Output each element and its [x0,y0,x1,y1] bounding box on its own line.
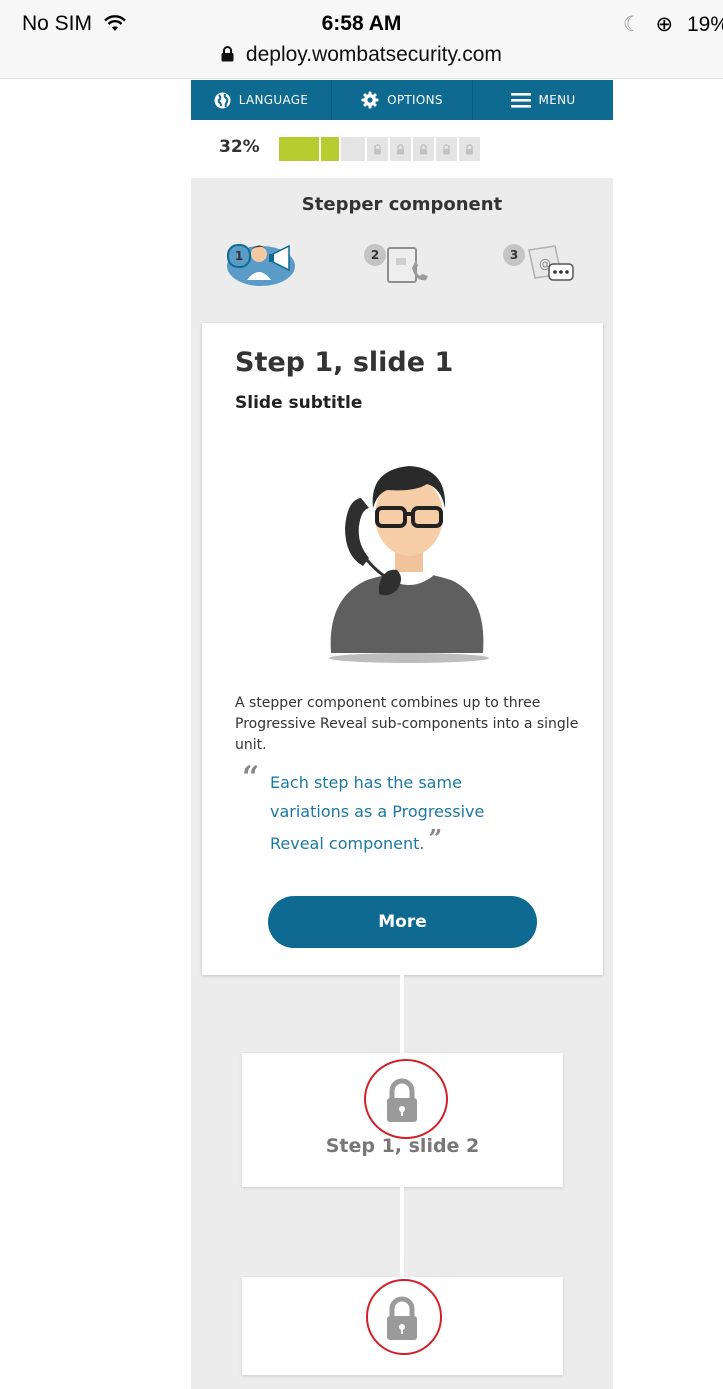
person-on-phone-illustration [329,466,489,663]
connector-line [400,975,404,1053]
annotation-circle [366,1279,442,1355]
quote-text: Each step has the same variations as a P… [270,768,540,858]
language-button[interactable]: LANGUAGE [191,80,331,120]
step-3-button[interactable]: @ 3 [503,238,577,294]
step-2-button[interactable]: 2 [364,238,438,294]
lock-icon [397,143,404,154]
progress-segment-locked [436,137,457,161]
locked-slide-title: Step 1, slide 2 [325,1135,480,1157]
step-2-number: 2 [364,244,386,266]
progress-segment-complete [321,137,339,161]
status-bar: No SIM 6:58 AM ☾ ⊕ 19% deploy.wombatsecu… [0,0,723,79]
close-quote-icon: ” [428,824,443,853]
battery-percent: 19% [686,13,723,36]
clock: 6:58 AM [321,12,402,35]
slide-card: Step 1, slide 1 Slide subtitle A stepper… [202,323,603,975]
quote-text-content: Each step has the same variations as a P… [270,773,485,853]
hamburger-icon [510,92,531,108]
locked-slide-card: Step 1, slide 2 [242,1053,563,1187]
annotation-circle [364,1059,448,1139]
progress-percent: 32% [219,137,260,157]
step-3-number: 3 [503,244,525,266]
options-label: OPTIONS [387,93,443,107]
progress-segment-locked [459,137,480,161]
step-1-number: 1 [227,244,251,268]
lock-icon [374,143,381,154]
globe-icon [214,92,231,108]
more-button[interactable]: More [268,896,537,948]
progress-segment-locked [413,137,434,161]
open-quote-icon: “ [242,760,260,795]
connector-line [400,1187,404,1277]
locked-slide-card [242,1277,563,1375]
url-bar[interactable]: deploy.wombatsecurity.com [0,43,723,67]
stepper-steps: 1 2 @ 3 [191,238,613,298]
orientation-lock-icon: ⊕ [655,13,674,36]
lock-icon [466,143,473,154]
language-label: LANGUAGE [238,93,309,107]
progress-segment-complete [279,137,319,161]
step-1-button[interactable]: 1 [223,238,297,294]
lock-icon [420,143,427,154]
lock-icon [443,143,450,154]
slide-body: A stepper component combines up to three… [235,695,579,753]
menu-label: MENU [538,93,576,107]
status-icons: ☾ ⊕ 19% [623,12,723,37]
top-nav: LANGUAGE OPTIONS MENU [191,80,613,120]
progress-row: 32% [191,120,613,178]
do-not-disturb-icon: ☾ [622,13,642,36]
lock-icon [221,46,234,62]
stepper-title: Stepper component [301,194,503,215]
url-text: deploy.wombatsecurity.com [245,43,502,66]
course-app: LANGUAGE OPTIONS MENU 32% Stepper compon… [191,80,613,1389]
slide-title: Step 1, slide 1 [235,347,454,378]
menu-button[interactable]: MENU [472,80,613,120]
gear-icon [361,91,379,109]
progress-segment-locked [367,137,388,161]
options-button[interactable]: OPTIONS [331,80,472,120]
slide-subtitle: Slide subtitle [235,393,363,413]
progress-segment-locked [390,137,411,161]
progress-bar [279,137,482,161]
progress-segment-locked [341,137,365,161]
